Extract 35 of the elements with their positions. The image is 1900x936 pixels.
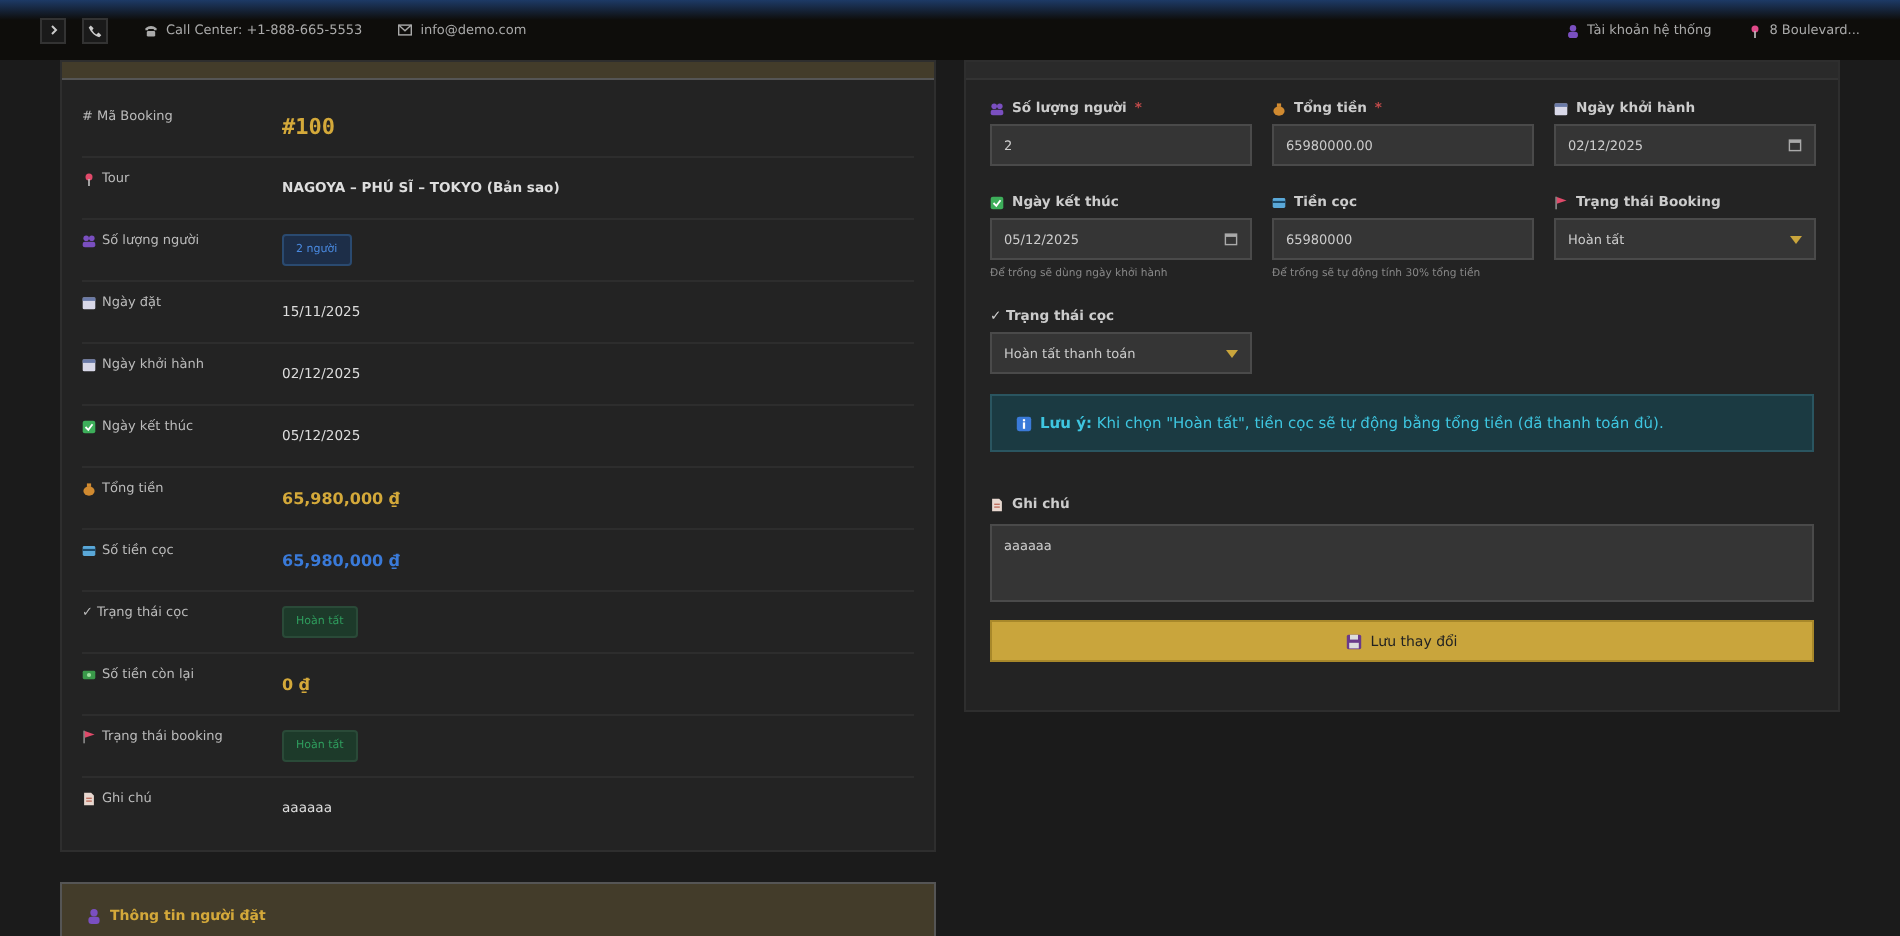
flag-icon [1554,195,1568,209]
mail-icon [398,24,413,36]
dropdown-caret-icon [1790,235,1802,243]
money-bag-icon [82,481,96,495]
pin-icon [1747,23,1762,37]
people-icon [82,233,96,247]
chevron-icon [47,24,59,36]
pin-icon [82,171,96,185]
telephone-icon [144,23,158,37]
calendar-icon [82,295,96,309]
info-icon [1016,415,1032,431]
card-icon [1272,195,1286,209]
deposit-value: 65,980,000 ₫ [282,551,400,569]
document-icon [990,497,1004,511]
banknote-icon [82,667,96,681]
document-icon [82,791,96,805]
calendar-icon [82,357,96,371]
phone-button[interactable] [82,17,108,43]
people-icon [990,101,1004,115]
calendar-icon [1788,138,1802,152]
person-icon [1565,23,1580,37]
dropdown-caret-icon [1226,349,1238,357]
amount-value: 0 ₫ [282,675,310,693]
money-bag-icon [1272,101,1286,115]
flag-icon [82,729,96,743]
booking-code: #100 [282,113,335,139]
phone-icon [88,23,102,37]
card-icon [82,543,96,557]
amount-value: 65,980,000 ₫ [282,489,400,507]
checkbox-icon [82,419,96,433]
expand-button[interactable] [40,17,66,43]
calendar-icon [1554,101,1568,115]
calendar-icon [1224,232,1238,246]
checkbox-icon [990,195,1004,209]
person-icon [86,908,102,924]
